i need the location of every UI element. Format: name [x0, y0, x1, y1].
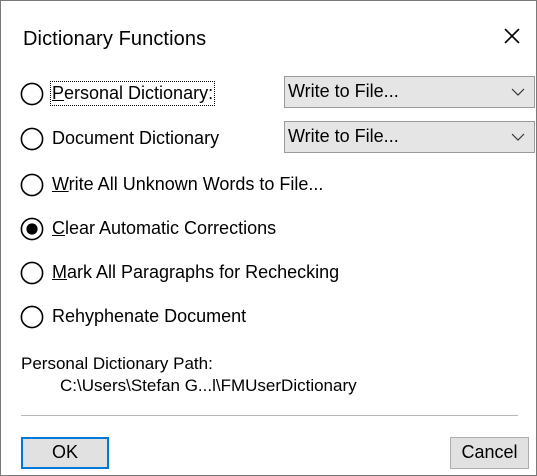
radio-button-icon[interactable] — [20, 82, 44, 106]
document-dictionary-select[interactable]: Write to File... — [284, 121, 535, 153]
radio-write-unknown-words[interactable]: Write All Unknown Words to File... — [20, 171, 400, 201]
radio-mark-paragraphs-rechecking[interactable]: Mark All Paragraphs for Rechecking — [20, 259, 420, 289]
cancel-button[interactable]: Cancel — [450, 437, 529, 469]
radio-clear-automatic-corrections[interactable]: Clear Automatic Corrections — [20, 215, 400, 245]
personal-dictionary-path-label: Personal Dictionary Path: — [21, 354, 213, 373]
radio-label: Personal Dictionary: — [49, 81, 216, 106]
ok-button[interactable]: OK — [21, 437, 109, 469]
close-icon[interactable] — [497, 21, 527, 51]
select-value: Write to File... — [288, 81, 399, 101]
radio-button-icon[interactable] — [20, 217, 44, 241]
select-value: Write to File... — [288, 126, 399, 146]
dialog-title: Dictionary Functions — [23, 28, 207, 50]
separator — [21, 415, 518, 416]
radio-label: Document Dictionary — [52, 128, 220, 148]
radio-rehyphenate-document[interactable]: Rehyphenate Document — [20, 303, 320, 333]
radio-personal-dictionary[interactable]: Personal Dictionary: — [20, 80, 260, 110]
radio-label: Clear Automatic Corrections — [52, 218, 277, 238]
radio-button-icon[interactable] — [20, 173, 44, 197]
radio-label: Mark All Paragraphs for Rechecking — [52, 262, 340, 282]
radio-label: Write All Unknown Words to File... — [52, 174, 324, 194]
radio-document-dictionary[interactable]: Document Dictionary — [20, 125, 260, 155]
dictionary-functions-dialog: Dictionary Functions Personal Dictionary… — [0, 0, 537, 476]
personal-dictionary-path-value: C:\Users\Stefan G...l\FMUserDictionary — [60, 376, 357, 395]
chevron-down-icon — [511, 88, 525, 96]
radio-button-icon[interactable] — [20, 305, 44, 329]
personal-dictionary-select[interactable]: Write to File... — [284, 76, 535, 108]
radio-button-icon[interactable] — [20, 261, 44, 285]
chevron-down-icon — [511, 133, 525, 141]
radio-label: Rehyphenate Document — [52, 306, 247, 326]
radio-button-icon[interactable] — [20, 127, 44, 151]
